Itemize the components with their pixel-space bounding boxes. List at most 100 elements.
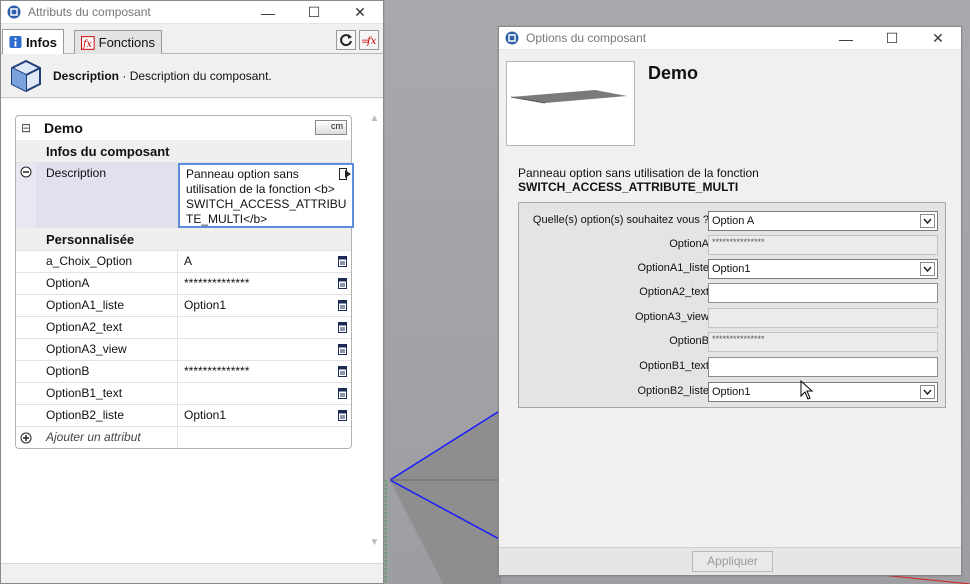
attributes-window: Attributs du composant — ☐ ✕ Infos fx Fo…: [0, 0, 384, 584]
field-value: Option1: [712, 263, 751, 275]
description-row[interactable]: Description Panneau option sans utilisat…: [16, 162, 355, 228]
attributes-titlebar: Attributs du composant — ☐ ✕: [1, 1, 383, 24]
attribute-key: a_Choix_Option: [36, 251, 178, 272]
chevron-down-icon[interactable]: [920, 214, 935, 228]
description-function: SWITCH_ACCESS_ATTRIBUTE_MULTI: [518, 180, 739, 194]
chevron-down-icon[interactable]: [920, 262, 935, 276]
attribute-key: OptionA2_text: [36, 317, 178, 338]
description-bar: Description · Description du composant.: [1, 54, 383, 98]
option-readonly-field: [708, 308, 938, 328]
option-text-input[interactable]: [708, 283, 938, 303]
formula-cell-icon[interactable]: [338, 300, 347, 311]
collapse-icon[interactable]: ⊟: [16, 121, 36, 135]
refresh-button[interactable]: [336, 30, 356, 50]
tab-fonctions[interactable]: fx Fonctions: [74, 30, 162, 54]
minimize-button[interactable]: —: [823, 27, 869, 50]
svg-text:fx: fx: [82, 38, 93, 49]
options-window: Options du composant — ☐ ✕ Demo Panneau …: [498, 26, 962, 576]
attribute-value: Option1: [184, 298, 227, 312]
field-label: OptionA2_text: [639, 286, 709, 298]
tab-infos[interactable]: Infos: [2, 29, 64, 54]
tab-label: Infos: [25, 34, 57, 50]
formula-cell-icon[interactable]: [338, 322, 347, 333]
minimize-icon: —: [839, 30, 853, 47]
option-dropdown[interactable]: Option A: [708, 211, 938, 231]
attribute-value-cell[interactable]: A: [178, 251, 351, 272]
close-icon: ✕: [932, 30, 944, 46]
attribute-row[interactable]: OptionB1_text: [16, 382, 351, 404]
formula-cell-icon[interactable]: [338, 388, 347, 399]
option-readonly-field: ***************: [708, 235, 938, 255]
attribute-key: OptionB: [36, 361, 178, 382]
attribute-value: **************: [184, 364, 250, 378]
minimize-button[interactable]: —: [245, 1, 291, 24]
refresh-icon: [340, 34, 352, 47]
info-icon: [9, 35, 22, 49]
section-custom: Personnalisée: [16, 228, 351, 250]
option-dropdown[interactable]: Option1: [708, 259, 938, 279]
option-field-row: OptionA3_view: [519, 308, 947, 328]
attribute-row[interactable]: OptionB **************: [16, 360, 351, 382]
attribute-value-cell[interactable]: **************: [178, 361, 351, 382]
attribute-value-cell[interactable]: Option1: [178, 295, 351, 316]
attribute-row[interactable]: a_Choix_Option A: [16, 250, 351, 272]
component-description: Panneau option sans utilisation de la fo…: [518, 166, 759, 194]
apply-button[interactable]: Appliquer: [692, 551, 773, 572]
panel-scrollbar[interactable]: ▲ ▼: [366, 111, 383, 551]
scroll-down-icon[interactable]: ▼: [366, 535, 383, 551]
attribute-value-cell[interactable]: [178, 339, 351, 360]
attribute-value-cell[interactable]: [178, 383, 351, 404]
field-label: Quelle(s) option(s) souhaitez vous ?: [532, 214, 709, 226]
attribute-value-cell[interactable]: [178, 317, 351, 338]
window-title: Options du composant: [526, 31, 647, 45]
maximize-icon: ☐: [885, 30, 899, 46]
scroll-up-icon[interactable]: ▲: [366, 111, 383, 127]
formula-cell-icon[interactable]: [338, 256, 347, 267]
description-text: Description du composant.: [129, 68, 272, 83]
attribute-value: Option1: [184, 408, 227, 422]
option-dropdown[interactable]: Option1: [708, 382, 938, 402]
option-field-row: OptionA1_liste Option1: [519, 259, 947, 279]
field-label: OptionB: [669, 335, 709, 347]
status-strip: [1, 563, 383, 583]
attribute-row[interactable]: OptionA3_view: [16, 338, 351, 360]
tab-bar: Infos fx Fonctions = fx: [1, 24, 383, 54]
option-field-row: Quelle(s) option(s) souhaitez vous ? Opti…: [519, 211, 947, 231]
attribute-value: **************: [184, 276, 250, 290]
attribute-key: OptionA1_liste: [36, 295, 178, 316]
chevron-down-icon[interactable]: [920, 385, 935, 399]
formula-cell-icon[interactable]: [338, 366, 347, 377]
unit-ruler-icon[interactable]: cm: [315, 120, 347, 135]
description-line: Panneau option sans utilisation de la fo…: [518, 166, 759, 180]
option-field-row: OptionB2_liste Option1: [519, 382, 947, 402]
close-icon: ✕: [354, 4, 366, 20]
option-text-input[interactable]: [708, 357, 938, 377]
component-title: Demo: [648, 63, 699, 83]
component-header: ⊟ Demo cm: [16, 116, 351, 140]
attribute-row[interactable]: OptionA **************: [16, 272, 351, 294]
formula-cell-icon[interactable]: [338, 410, 347, 421]
close-button[interactable]: ✕: [915, 27, 961, 50]
attributes-panel: ⊟ Demo cm Infos du composant Description…: [1, 99, 383, 565]
add-icon[interactable]: [16, 427, 36, 448]
svg-text:fx: fx: [366, 36, 377, 47]
field-value: Option1: [712, 386, 751, 398]
attribute-value-cell[interactable]: Option1: [178, 405, 351, 426]
attribute-row[interactable]: OptionA1_liste Option1: [16, 294, 351, 316]
formula-cell-icon[interactable]: [338, 278, 347, 289]
attribute-row[interactable]: OptionA2_text: [16, 316, 351, 338]
description-value[interactable]: Panneau option sans utilisation de la fo…: [178, 163, 355, 228]
maximize-button[interactable]: ☐: [291, 1, 337, 24]
formula-toggle-button[interactable]: = fx: [359, 30, 379, 50]
option-field-row: OptionA ***************: [519, 235, 947, 255]
preview-thumbnail: [510, 90, 627, 104]
remove-icon[interactable]: [16, 163, 36, 228]
maximize-button[interactable]: ☐: [869, 27, 915, 50]
formula-cell-icon[interactable]: [338, 344, 347, 355]
attribute-row[interactable]: OptionB2_liste Option1: [16, 404, 351, 426]
close-button[interactable]: ✕: [337, 1, 383, 24]
attribute-value-cell[interactable]: **************: [178, 273, 351, 294]
edit-arrow-icon[interactable]: [339, 167, 352, 181]
add-attribute-row[interactable]: Ajouter un attribut: [16, 426, 351, 448]
row-gutter: [16, 317, 36, 338]
